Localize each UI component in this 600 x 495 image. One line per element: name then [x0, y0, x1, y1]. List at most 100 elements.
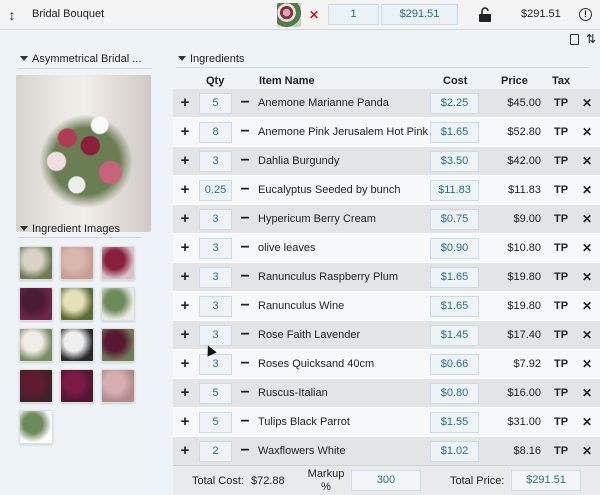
column-tax: Tax	[552, 75, 571, 87]
increase-qty-icon[interactable]: +	[178, 211, 192, 227]
delete-icon[interactable]: ✕	[581, 125, 593, 139]
cost-field[interactable]: $3.50	[430, 151, 479, 172]
ingredient-image-thumbnail[interactable]	[19, 246, 53, 280]
increase-qty-icon[interactable]: +	[178, 182, 192, 198]
sort-icon[interactable]: ⇅	[586, 32, 596, 46]
tax-code: TP	[553, 155, 569, 167]
increase-qty-icon[interactable]: +	[178, 327, 192, 343]
cost-field[interactable]: $1.65	[430, 296, 479, 317]
increase-qty-icon[interactable]: +	[178, 298, 192, 314]
ingredient-row: +3− Ranunculus Wine $1.65 $19.80 TP ✕	[173, 292, 600, 321]
increase-qty-icon[interactable]: +	[178, 269, 192, 285]
decrease-qty-icon[interactable]: −	[239, 385, 251, 401]
cost-field[interactable]: $0.66	[430, 354, 479, 375]
delete-icon[interactable]: ✕	[581, 212, 593, 226]
ingredient-image-thumbnail[interactable]	[60, 328, 94, 362]
ingredients-header[interactable]: Ingredients	[178, 53, 244, 65]
qty-field[interactable]: 3	[199, 151, 232, 172]
price-field[interactable]: $291.51	[381, 4, 458, 25]
qty-field[interactable]: 3	[199, 354, 232, 375]
cost-field[interactable]: $2.25	[430, 93, 479, 114]
cost-field[interactable]: $11.83	[430, 180, 479, 201]
cost-field[interactable]: $1.65	[430, 122, 479, 143]
ingredient-image-thumbnail[interactable]	[101, 246, 135, 280]
decrease-qty-icon[interactable]: −	[239, 327, 251, 343]
ingredient-image-thumbnail[interactable]	[60, 287, 94, 321]
delete-icon[interactable]: ✕	[581, 183, 593, 197]
qty-field[interactable]: 3	[199, 209, 232, 230]
unlock-icon[interactable]	[478, 7, 492, 23]
qty-field[interactable]: 3	[199, 267, 232, 288]
arrangement-thumbnail[interactable]	[277, 3, 301, 27]
delete-icon[interactable]: ✕	[581, 328, 593, 342]
decrease-qty-icon[interactable]: −	[239, 269, 251, 285]
delete-icon[interactable]: ✕	[581, 96, 593, 110]
qty-field[interactable]: 0.25	[199, 180, 232, 201]
delete-icon[interactable]: ✕	[581, 299, 593, 313]
decrease-qty-icon[interactable]: −	[239, 211, 251, 227]
cost-field[interactable]: $0.75	[430, 209, 479, 230]
qty-field[interactable]: 2	[199, 441, 232, 462]
item-name: Dahlia Burgundy	[258, 155, 340, 167]
cost-field[interactable]: $0.90	[430, 238, 479, 259]
cost-field[interactable]: $0.80	[430, 383, 479, 404]
decrease-qty-icon[interactable]: −	[239, 124, 251, 140]
increase-qty-icon[interactable]: +	[178, 443, 192, 459]
drag-handle-icon[interactable]: ↕	[6, 6, 18, 24]
decrease-qty-icon[interactable]: −	[239, 95, 251, 111]
tax-code: TP	[553, 445, 569, 457]
decrease-qty-icon[interactable]: −	[239, 298, 251, 314]
ingredient-image-thumbnail[interactable]	[19, 369, 53, 403]
cost-field[interactable]: $1.55	[430, 412, 479, 433]
total-price-field[interactable]: $291.51	[511, 470, 581, 491]
increase-qty-icon[interactable]: +	[178, 414, 192, 430]
decrease-qty-icon[interactable]: −	[239, 414, 251, 430]
collapse-triangle-icon	[20, 55, 28, 61]
ingredient-image-thumbnail[interactable]	[19, 287, 53, 321]
decrease-qty-icon[interactable]: −	[239, 153, 251, 169]
qty-field[interactable]: 5	[199, 93, 232, 114]
qty-field[interactable]: 5	[199, 412, 232, 433]
increase-qty-icon[interactable]: +	[178, 124, 192, 140]
decrease-qty-icon[interactable]: −	[239, 182, 251, 198]
delete-icon[interactable]: ✕	[581, 415, 593, 429]
decrease-qty-icon[interactable]: −	[239, 240, 251, 256]
remove-icon[interactable]: ✕	[309, 8, 319, 22]
increase-qty-icon[interactable]: +	[178, 356, 192, 372]
quantity-field[interactable]: 1	[328, 4, 379, 25]
qty-field[interactable]: 3	[199, 238, 232, 259]
ingredient-images-header[interactable]: Ingredient Images	[20, 223, 120, 235]
qty-field[interactable]: 3	[199, 296, 232, 317]
markup-field[interactable]: 300	[351, 470, 421, 491]
ingredients-table: +5− Anemone Marianne Panda $2.25 $45.00 TP ✕ +…	[173, 89, 600, 466]
info-icon[interactable]: !	[579, 8, 592, 21]
cost-field[interactable]: $1.02	[430, 441, 479, 462]
column-price: Price	[501, 75, 528, 87]
increase-qty-icon[interactable]: +	[178, 153, 192, 169]
increase-qty-icon[interactable]: +	[178, 95, 192, 111]
qty-field[interactable]: 8	[199, 122, 232, 143]
ingredient-image-thumbnail[interactable]	[101, 328, 135, 362]
cost-field[interactable]: $1.65	[430, 267, 479, 288]
decrease-qty-icon[interactable]: −	[239, 356, 251, 372]
delete-icon[interactable]: ✕	[581, 444, 593, 458]
ingredient-image-thumbnail[interactable]	[101, 287, 135, 321]
qty-field[interactable]: 5	[199, 383, 232, 404]
decrease-qty-icon[interactable]: −	[239, 443, 251, 459]
ingredient-image-thumbnail[interactable]	[19, 410, 53, 444]
ingredient-image-thumbnail[interactable]	[101, 369, 135, 403]
ingredient-image-thumbnail[interactable]	[19, 328, 53, 362]
increase-qty-icon[interactable]: +	[178, 240, 192, 256]
arrangement-section-header[interactable]: Asymmetrical Bridal ...	[20, 53, 141, 65]
ingredient-image-thumbnail[interactable]	[60, 369, 94, 403]
delete-icon[interactable]: ✕	[581, 241, 593, 255]
delete-icon[interactable]: ✕	[581, 386, 593, 400]
delete-icon[interactable]: ✕	[581, 154, 593, 168]
delete-icon[interactable]: ✕	[581, 357, 593, 371]
ingredient-image-thumbnail[interactable]	[60, 246, 94, 280]
document-icon[interactable]	[570, 34, 579, 45]
qty-field[interactable]: 3	[199, 325, 232, 346]
delete-icon[interactable]: ✕	[581, 270, 593, 284]
cost-field[interactable]: $1.45	[430, 325, 479, 346]
increase-qty-icon[interactable]: +	[178, 385, 192, 401]
